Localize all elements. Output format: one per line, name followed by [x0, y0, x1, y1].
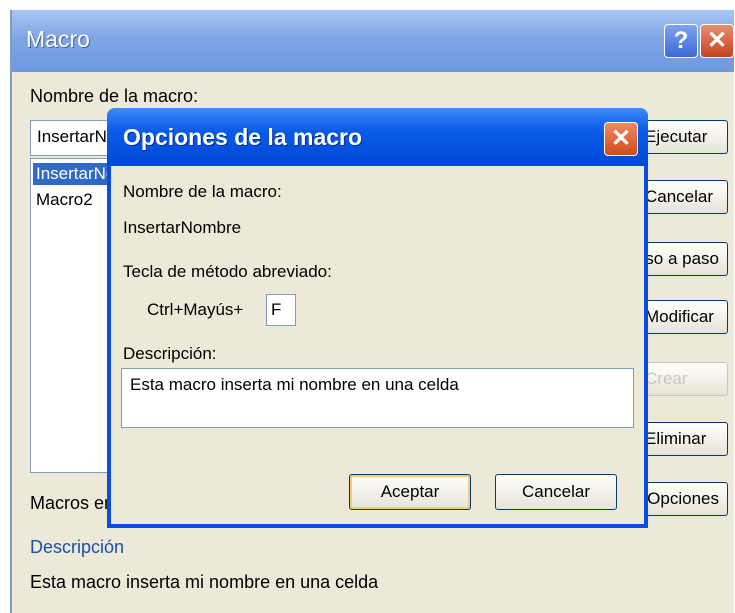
- macro-list-item[interactable]: Macro2: [33, 189, 96, 211]
- shortcut-label: Tecla de método abreviado:: [123, 262, 332, 281]
- macro-options-dialog: Opciones de la macro ✕ Nombre de la macr…: [107, 108, 648, 528]
- edit-button[interactable]: Modificar: [644, 300, 728, 334]
- macro-name-label: Nombre de la macro:: [123, 182, 282, 201]
- options-button[interactable]: Opciones...: [644, 482, 728, 516]
- macro-name-label: Nombre de la macro:: [30, 86, 199, 106]
- shortcut-prefix: Ctrl+Mayús+: [147, 300, 244, 319]
- description-input[interactable]: Esta macro inserta mi nombre en una celd…: [121, 368, 634, 428]
- close-icon[interactable]: ✕: [700, 24, 734, 58]
- step-into-button[interactable]: Paso a paso: [644, 242, 728, 276]
- close-icon[interactable]: ✕: [604, 122, 638, 156]
- cancel-button[interactable]: Cancelar: [495, 474, 617, 510]
- delete-button[interactable]: Eliminar: [644, 422, 728, 456]
- description-text: Esta macro inserta mi nombre en una celd…: [30, 572, 379, 592]
- run-button[interactable]: Ejecutar: [644, 120, 728, 154]
- create-button: Crear: [644, 362, 728, 396]
- options-titlebar[interactable]: Opciones de la macro ✕: [107, 108, 648, 166]
- help-icon[interactable]: ?: [664, 24, 698, 58]
- shortcut-key-input[interactable]: F: [266, 294, 296, 326]
- macro-title: Macro: [26, 26, 90, 52]
- cancel-button-back[interactable]: Cancelar: [644, 180, 728, 214]
- options-body: Nombre de la macro: InsertarNombre Tecla…: [111, 166, 644, 524]
- options-title: Opciones de la macro: [123, 124, 363, 150]
- macro-titlebar[interactable]: Macro ? ✕: [12, 10, 734, 72]
- description-label: Descripción: [30, 537, 125, 557]
- macros-in-label: Macros en:: [30, 493, 120, 513]
- macro-name-value: InsertarNombre: [123, 218, 242, 237]
- description-label: Descripción:: [123, 344, 217, 363]
- ok-button[interactable]: Aceptar: [349, 474, 471, 510]
